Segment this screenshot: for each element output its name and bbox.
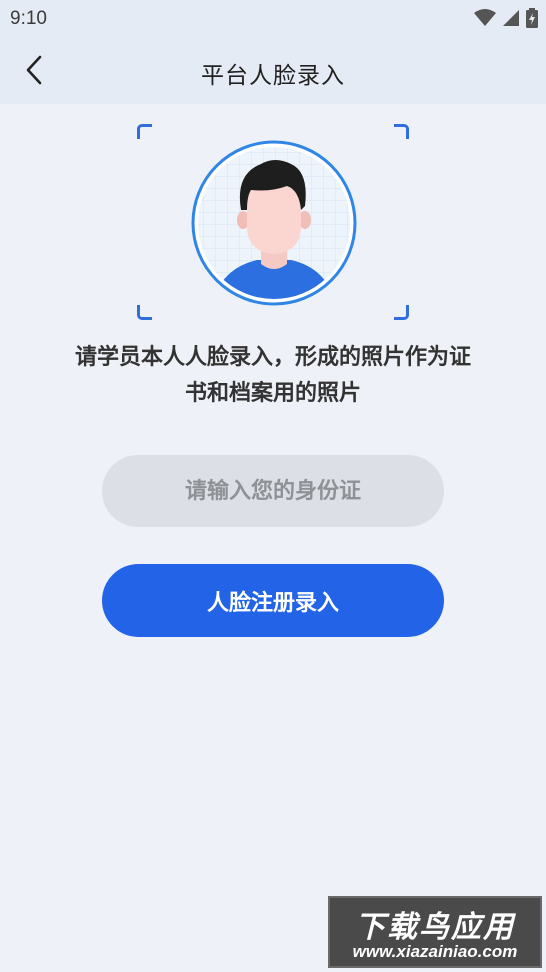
face-register-button[interactable]: 人脸注册录入 [102, 564, 444, 637]
face-portrait-icon [191, 140, 357, 306]
status-bar: 9:10 [0, 0, 546, 36]
signal-icon [503, 10, 519, 26]
status-icons [474, 8, 538, 28]
instruction-line-2: 书和档案用的照片 [184, 381, 361, 406]
id-card-input[interactable] [102, 455, 444, 527]
instruction-text: 请学员本人人脸录入，形成的照片作为证 书和档案用的照片 [30, 340, 516, 412]
watermark-title: 下载鸟应用 [355, 910, 515, 945]
watermark-url: www.xiazainiao.com [352, 942, 518, 961]
face-avatar[interactable] [191, 140, 357, 306]
nav-bar: 平台人脸录入 [0, 36, 546, 104]
instruction-line-1: 请学员本人人脸录入，形成的照片作为证 [74, 345, 471, 370]
page-title: 平台人脸录入 [201, 63, 345, 89]
wifi-icon [474, 9, 496, 26]
frame-corner-top-right [394, 124, 409, 139]
watermark-logo: 下载鸟应用 www.xiazainiao.com [328, 896, 542, 968]
status-time: 9:10 [10, 8, 47, 29]
frame-corner-top-left [137, 124, 152, 139]
frame-corner-bottom-right [394, 305, 409, 320]
battery-charging-icon [526, 8, 538, 28]
frame-corner-bottom-left [137, 305, 152, 320]
